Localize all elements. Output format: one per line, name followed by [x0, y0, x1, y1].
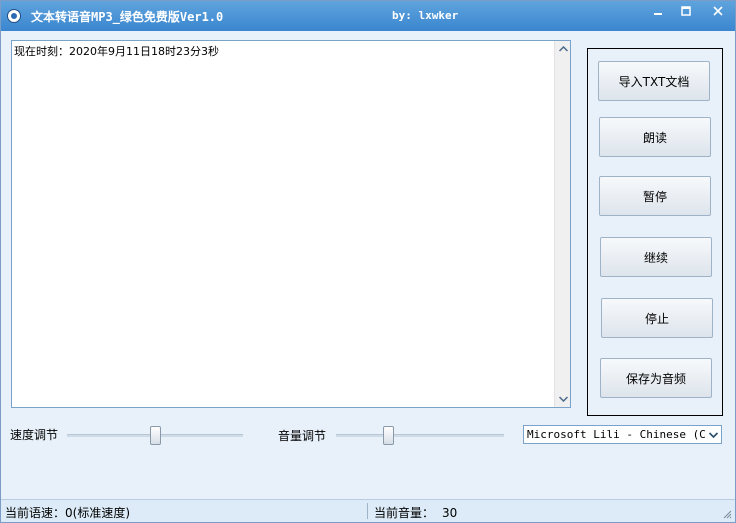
close-icon: [712, 6, 723, 16]
chevron-up-icon: [558, 46, 568, 52]
text-content[interactable]: 现在时刻：2020年9月11日18时23分3秒: [14, 43, 219, 59]
read-button[interactable]: 朗读: [599, 117, 711, 157]
close-button[interactable]: [701, 1, 734, 21]
volume-slider-track: [336, 434, 504, 437]
import-txt-button[interactable]: 导入TXT文档: [598, 61, 710, 101]
volume-slider-thumb[interactable]: [383, 426, 394, 445]
app-window: 文本转语音MP3_绿色免费版Ver1.0 by: lxwker 现在时刻：202…: [0, 0, 736, 523]
speed-slider-thumb[interactable]: [150, 426, 161, 445]
text-input-area[interactable]: 现在时刻：2020年9月11日18时23分3秒: [11, 40, 571, 408]
minimize-icon: [654, 13, 662, 15]
speed-slider[interactable]: [67, 425, 243, 445]
status-speed-value: 0(标准速度): [65, 506, 131, 520]
scroll-up-button[interactable]: [555, 41, 571, 57]
window-author: by: lxwker: [392, 9, 459, 22]
status-bar: 当前语速：0(标准速度) 当前音量： 30: [1, 499, 735, 522]
status-volume-value: 30: [442, 506, 458, 520]
resize-grip-icon[interactable]: [722, 509, 732, 519]
volume-label: 音量调节: [278, 429, 327, 443]
chevron-down-icon: [558, 396, 568, 402]
status-volume: 当前音量： 30: [374, 504, 457, 521]
minimize-button[interactable]: [644, 1, 672, 21]
title-bar[interactable]: 文本转语音MP3_绿色免费版Ver1.0 by: lxwker: [1, 1, 735, 31]
dropdown-arrow[interactable]: [705, 426, 721, 443]
pause-button[interactable]: 暂停: [599, 176, 711, 216]
status-speed-label: 当前语速：: [5, 506, 66, 520]
maximize-button[interactable]: [672, 1, 700, 21]
maximize-icon: [681, 6, 691, 16]
stop-button[interactable]: 停止: [601, 298, 713, 338]
scroll-down-button[interactable]: [555, 391, 571, 407]
speed-label: 速度调节: [10, 428, 59, 442]
window-title: 文本转语音MP3_绿色免费版Ver1.0: [31, 10, 224, 24]
action-panel: 导入TXT文档 朗读 暂停 继续 停止 保存为音频: [587, 48, 723, 416]
chevron-down-icon: [708, 431, 718, 438]
save-audio-button[interactable]: 保存为音频: [600, 358, 712, 398]
speaker-icon: [7, 9, 21, 23]
status-divider: [367, 503, 368, 519]
resume-button[interactable]: 继续: [600, 237, 712, 277]
volume-slider[interactable]: [336, 425, 504, 445]
vertical-scrollbar[interactable]: [554, 41, 570, 407]
status-speed: 当前语速：0(标准速度): [5, 504, 130, 521]
status-volume-label: 当前音量：: [374, 506, 435, 520]
voice-select[interactable]: Microsoft Lili - Chinese (China): [523, 425, 722, 444]
voice-select-value: Microsoft Lili - Chinese (China): [527, 428, 722, 441]
